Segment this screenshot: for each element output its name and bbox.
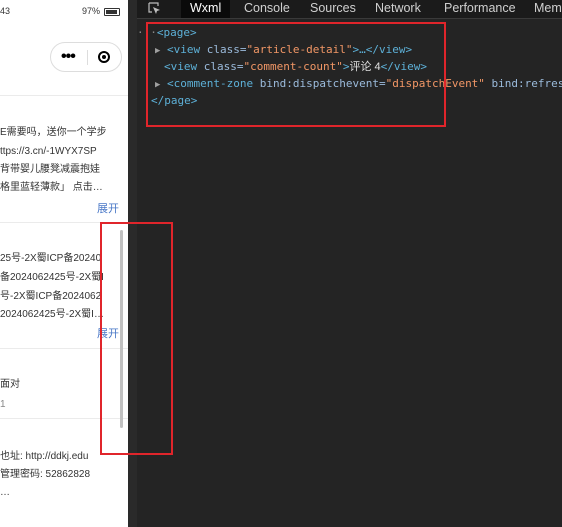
comment-text-line: 格里蓝轻薄款」 点击… bbox=[0, 182, 103, 193]
comment-text-line: E需要吗，送你一个学步 bbox=[0, 127, 107, 138]
capsule-divider bbox=[87, 50, 88, 65]
battery-icon bbox=[104, 8, 120, 16]
tab-sources[interactable]: Sources bbox=[310, 0, 356, 18]
annotation-box-scroll bbox=[100, 222, 173, 455]
comment-text-line: 也址: http://ddkj.edu bbox=[0, 451, 89, 462]
tab-console[interactable]: Console bbox=[244, 0, 290, 18]
expand-link[interactable]: 展开 bbox=[97, 200, 119, 216]
miniprogram-capsule[interactable]: ••• bbox=[50, 42, 122, 72]
tab-performance[interactable]: Performance bbox=[444, 0, 516, 18]
comment-text-line: 2024062425号-2X蜀I… bbox=[0, 309, 104, 320]
more-icon[interactable]: ••• bbox=[61, 49, 76, 65]
comment-text-line: 背带婴儿腰凳减震抱娃 bbox=[0, 164, 100, 175]
comment-text-line: 面对 bbox=[0, 379, 20, 390]
status-time: 43 bbox=[0, 6, 11, 16]
comment-text-line: … bbox=[0, 487, 10, 498]
status-bar: 43 97% bbox=[0, 0, 128, 22]
battery-percent: 97% bbox=[81, 6, 100, 16]
comment-meta: 1 bbox=[0, 399, 6, 410]
comment-text-line: ttps://3.cn/-1WYX7SP bbox=[0, 146, 97, 157]
comment-text-line: 号-2X蜀ICP备2024062 bbox=[0, 291, 102, 302]
tab-network[interactable]: Network bbox=[375, 0, 421, 18]
comment-text-line: 管理密码: 52862828 bbox=[0, 469, 91, 480]
comment-text-line: 备2024062425号-2X蜀I bbox=[0, 272, 104, 283]
comment-text-line: 25号-2X蜀ICP备20240 bbox=[0, 253, 102, 264]
close-target-icon[interactable] bbox=[98, 51, 110, 63]
devtools-tabbar: Wxml Console Sources Network Performance… bbox=[137, 0, 562, 19]
tab-memory[interactable]: Mem bbox=[534, 0, 562, 18]
attr-name: bind:refresh bbox=[491, 77, 562, 90]
annotation-box-tree bbox=[146, 22, 446, 127]
inspect-element-icon[interactable] bbox=[147, 1, 163, 17]
tab-wxml[interactable]: Wxml bbox=[181, 0, 231, 18]
divider bbox=[0, 95, 128, 96]
